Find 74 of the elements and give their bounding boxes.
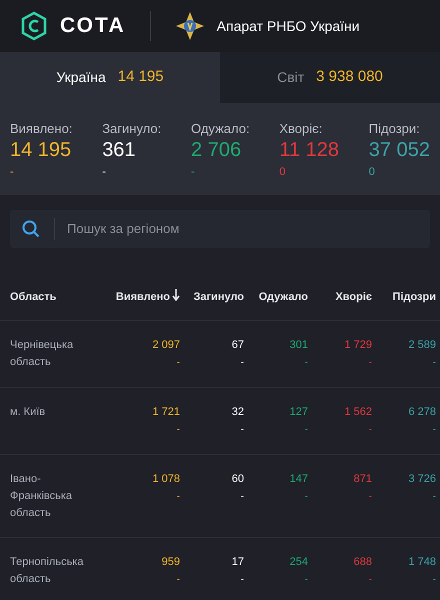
emblem-icon [174,11,205,41]
column-header[interactable]: Хворіє [308,288,372,306]
stat-delta: 0 [368,164,376,180]
region-name: м. Київ [10,405,46,420]
case-delta: - [368,573,372,587]
search-input[interactable]: Пошук за регіоном [67,219,418,239]
case-delta: - [368,356,372,370]
column-header[interactable]: Виявлено [96,288,180,306]
stat-value: 361 [102,138,137,160]
stat-delta: - [102,164,107,180]
stat-label: Загинуло: [102,120,162,138]
stat-value: 11 128 [279,138,340,160]
case-delta: - [304,423,308,437]
logo-icon [20,11,48,41]
case-count: 3 726 [407,472,436,487]
partner-name: Апарат РНБО України [216,16,360,36]
region-tab[interactable]: Україна 14 195 [0,52,220,103]
stat-label: Одужало: [191,120,250,138]
case-count: 67 [230,338,244,353]
case-count: 959 [160,555,180,570]
case-count: 688 [352,555,372,570]
case-delta: - [240,490,244,504]
column-header[interactable]: Одужало [244,288,308,306]
case-delta: - [304,490,308,504]
stat-value: 37 052 [368,138,430,160]
case-delta: - [368,423,372,437]
case-delta: - [304,356,308,370]
column-header[interactable]: Підозри [372,288,436,306]
case-count: 254 [288,555,308,570]
case-count: 32 [230,405,244,420]
logo-text: СОТА [60,13,126,40]
case-delta: - [176,490,180,504]
case-count: 1 721 [151,405,180,420]
case-delta: - [176,356,180,370]
case-count: 1 078 [151,472,180,487]
column-header[interactable]: Область [10,288,96,306]
case-count: 2 097 [151,338,180,353]
case-delta: - [432,490,436,504]
case-delta: - [240,423,244,437]
case-delta: - [240,573,244,587]
case-count: 60 [230,472,244,487]
column-header[interactable]: Загинуло [180,288,244,306]
stat-delta: 0 [279,164,286,180]
case-count: 2 589 [407,338,436,353]
region-name: Тернопільська область [10,555,84,587]
case-delta: - [176,573,180,587]
stat-label: Хворіє: [279,120,324,138]
stat-delta: - [10,164,15,180]
sort-arrow-icon[interactable] [172,288,180,301]
stat-delta: - [191,164,196,180]
case-delta: - [176,423,180,437]
region-name: Чернівецька область [10,338,74,370]
search-icon[interactable] [22,220,40,238]
case-count: 17 [230,555,244,570]
case-delta: - [432,573,436,587]
stat-value: 2 706 [191,138,242,160]
case-count: 1 562 [343,405,372,420]
case-count: 6 278 [407,405,436,420]
stat-value: 14 195 [10,138,72,160]
stat-label: Виявлено: [10,120,72,138]
case-count: 127 [288,405,308,420]
case-delta: - [240,356,244,370]
case-count: 1 748 [407,555,436,570]
case-count: 1 729 [343,338,372,353]
case-count: 301 [288,338,308,353]
case-delta: - [432,356,436,370]
case-delta: - [304,573,308,587]
case-count: 147 [288,472,308,487]
search-field[interactable]: Пошук за регіоном [10,210,430,248]
case-delta: - [432,423,436,437]
region-name: Івано-Франківська область [10,472,74,521]
stat-label: Підозри: [368,120,421,138]
case-delta: - [368,490,372,504]
case-count: 871 [352,472,372,487]
